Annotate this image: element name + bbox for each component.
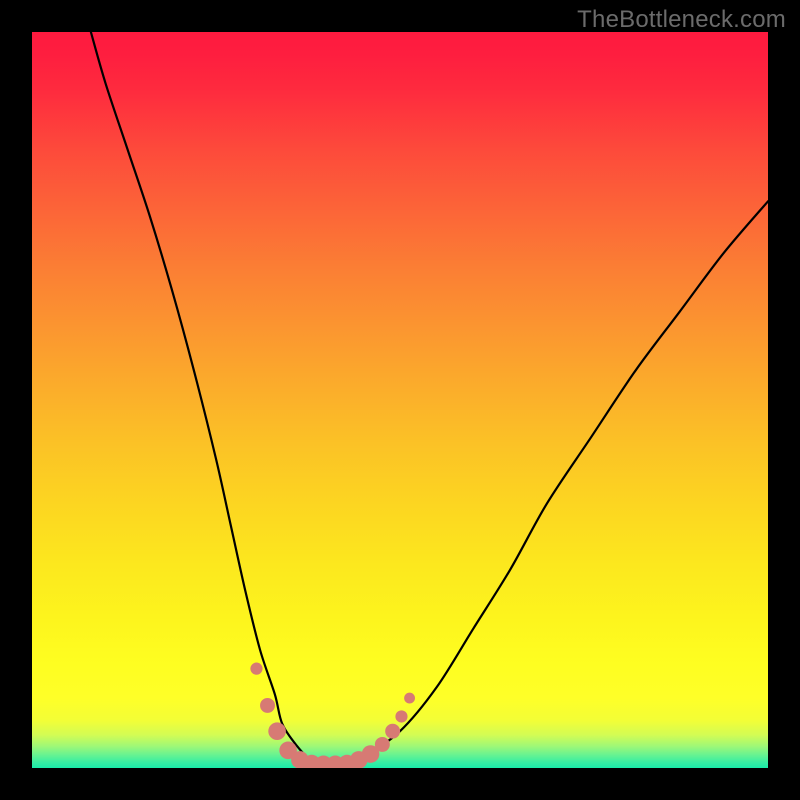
gradient-background bbox=[32, 32, 768, 768]
marker-dot bbox=[260, 698, 275, 713]
marker-dot bbox=[385, 724, 400, 739]
chart-frame: TheBottleneck.com bbox=[0, 0, 800, 800]
marker-dot bbox=[404, 693, 415, 704]
marker-dot bbox=[375, 737, 390, 752]
chart-svg bbox=[32, 32, 768, 768]
plot-area bbox=[32, 32, 768, 768]
marker-dot bbox=[395, 710, 407, 722]
marker-dot bbox=[250, 663, 262, 675]
watermark-label: TheBottleneck.com bbox=[577, 6, 786, 34]
marker-dot bbox=[268, 722, 286, 740]
